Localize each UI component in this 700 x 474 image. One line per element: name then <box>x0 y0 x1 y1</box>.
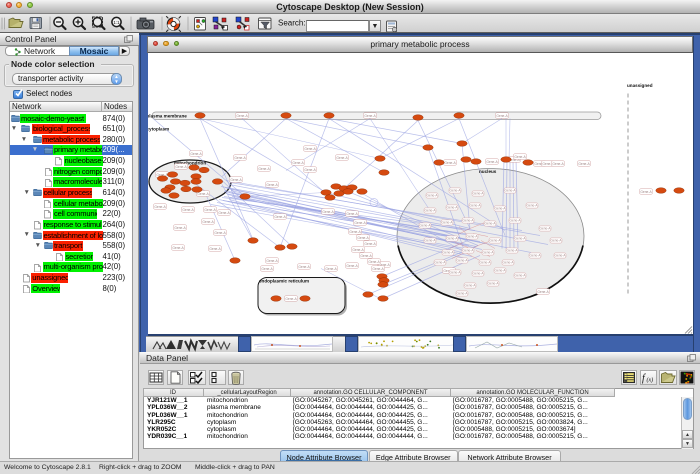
svg-text:Gene-A: Gene-A <box>360 253 372 257</box>
svg-text:Gene-A: Gene-A <box>485 221 497 225</box>
svg-text:Gene-A: Gene-A <box>425 208 437 212</box>
svg-text:Gene-A: Gene-A <box>261 266 273 270</box>
svg-text:Gene-A: Gene-A <box>495 206 507 210</box>
svg-text:Gene-A: Gene-A <box>463 248 475 252</box>
svg-text:Gene-A: Gene-A <box>214 230 226 234</box>
svg-text:Gene-A: Gene-A <box>457 258 469 262</box>
svg-text:Gene-A: Gene-A <box>444 160 456 164</box>
svg-text:Gene-A: Gene-A <box>640 189 652 193</box>
svg-text:(x): (x) <box>646 376 653 383</box>
svg-text:Gene-A: Gene-A <box>236 113 248 117</box>
svg-text:1:1: 1:1 <box>113 20 120 25</box>
svg-text:Gene-A: Gene-A <box>172 245 184 249</box>
svg-text:endoplasmic reticulum: endoplasmic reticulum <box>259 278 309 283</box>
svg-text:Gene-A: Gene-A <box>427 193 439 197</box>
svg-text:Gene-A: Gene-A <box>234 155 246 159</box>
svg-text:Gene-A: Gene-A <box>285 296 297 300</box>
svg-text:nucleus: nucleus <box>479 169 497 174</box>
svg-text:Gene-A: Gene-A <box>204 207 216 211</box>
svg-text:Gene-A: Gene-A <box>325 266 337 270</box>
svg-text:Gene-A: Gene-A <box>514 154 526 158</box>
svg-text:Gene-A: Gene-A <box>357 235 369 239</box>
svg-text:Gene-A: Gene-A <box>507 248 519 252</box>
svg-text:Gene-A: Gene-A <box>354 220 366 224</box>
svg-text:Gene-A: Gene-A <box>537 289 549 293</box>
svg-text:Gene-A: Gene-A <box>465 283 477 287</box>
svg-text:Gene-A: Gene-A <box>527 203 539 207</box>
svg-text:Gene-A: Gene-A <box>450 270 462 274</box>
svg-text:Gene-A: Gene-A <box>490 238 502 242</box>
svg-text:Gene-A: Gene-A <box>463 218 475 222</box>
svg-text:Gene-A: Gene-A <box>503 260 515 264</box>
svg-text:Gene-A: Gene-A <box>470 203 482 207</box>
svg-text:Gene-A: Gene-A <box>447 236 459 240</box>
svg-text:Gene-A: Gene-A <box>266 258 278 262</box>
svg-text:Gene-A: Gene-A <box>190 151 202 155</box>
svg-text:Gene-A: Gene-A <box>364 113 376 117</box>
svg-text:Gene-A: Gene-A <box>473 191 485 195</box>
svg-text:Gene-A: Gene-A <box>197 191 209 195</box>
svg-text:Gene-A: Gene-A <box>174 225 186 229</box>
svg-text:Gene-A: Gene-A <box>552 161 564 165</box>
svg-text:unassigned: unassigned <box>627 83 653 88</box>
svg-text:Gene-A: Gene-A <box>551 238 563 242</box>
svg-text:Gene-A: Gene-A <box>266 182 278 186</box>
svg-text:Gene-A: Gene-A <box>495 268 507 272</box>
svg-text:Gene-A: Gene-A <box>443 250 455 254</box>
svg-text:Gene-A: Gene-A <box>486 159 498 163</box>
svg-text:Gene-A: Gene-A <box>230 177 242 181</box>
svg-text:Gene-A: Gene-A <box>368 259 380 263</box>
svg-text:Gene-A: Gene-A <box>480 260 492 264</box>
svg-text:Gene-A: Gene-A <box>483 250 495 254</box>
svg-text:Gene-A: Gene-A <box>258 166 270 170</box>
svg-text:Gene-A: Gene-A <box>457 291 469 295</box>
svg-text:Gene-A: Gene-A <box>154 204 166 208</box>
svg-text:plasma membrane: plasma membrane <box>148 113 187 118</box>
svg-text:Gene-A: Gene-A <box>304 167 316 171</box>
svg-text:Gene-A: Gene-A <box>515 273 527 277</box>
svg-text:Gene-A: Gene-A <box>346 211 358 215</box>
svg-text:Gene-A: Gene-A <box>175 164 187 168</box>
svg-text:Gene-A: Gene-A <box>349 229 361 233</box>
svg-text:Gene-A: Gene-A <box>540 226 552 230</box>
svg-text:Gene-A: Gene-A <box>298 264 310 268</box>
svg-text:Gene-A: Gene-A <box>202 219 214 223</box>
svg-text:Gene-A: Gene-A <box>467 234 479 238</box>
svg-text:Gene-A: Gene-A <box>515 236 527 240</box>
svg-text:Gene-A: Gene-A <box>420 223 432 227</box>
svg-text:Gene-A: Gene-A <box>447 205 459 209</box>
svg-text:Gene-A: Gene-A <box>442 220 454 224</box>
svg-text:Gene-A: Gene-A <box>425 238 437 242</box>
svg-text:Gene-A: Gene-A <box>364 241 376 245</box>
svg-text:cytoplasm: cytoplasm <box>148 126 169 131</box>
svg-text:Gene-A: Gene-A <box>274 214 286 218</box>
svg-text:Gene-A: Gene-A <box>336 155 348 159</box>
svg-text:Gene-A: Gene-A <box>496 113 508 117</box>
svg-text:Gene-A: Gene-A <box>505 188 517 192</box>
svg-text:Gene-A: Gene-A <box>510 218 522 222</box>
svg-text:f: f <box>642 373 646 384</box>
svg-text:Gene-A: Gene-A <box>578 161 590 165</box>
svg-text:Gene-A: Gene-A <box>530 253 542 257</box>
svg-text:Gene-A: Gene-A <box>346 263 358 267</box>
svg-text:Gene-A: Gene-A <box>450 188 462 192</box>
svg-text:Gene-A: Gene-A <box>322 209 334 213</box>
svg-text:Gene-A: Gene-A <box>372 266 384 270</box>
svg-text:Gene-A: Gene-A <box>352 247 364 251</box>
svg-text:Gene-A: Gene-A <box>304 146 316 150</box>
svg-text:Gene-A: Gene-A <box>435 260 447 264</box>
svg-text:Gene-A: Gene-A <box>292 160 304 164</box>
svg-text:Gene-A: Gene-A <box>473 271 485 275</box>
svg-text:Gene-A: Gene-A <box>218 210 230 214</box>
svg-text:Gene-A: Gene-A <box>488 281 500 285</box>
svg-text:Gene-A: Gene-A <box>209 246 221 250</box>
svg-text:Gene-A: Gene-A <box>555 253 567 257</box>
svg-text:Gene-A: Gene-A <box>182 207 194 211</box>
svg-text:Search:: Search: <box>278 19 306 28</box>
